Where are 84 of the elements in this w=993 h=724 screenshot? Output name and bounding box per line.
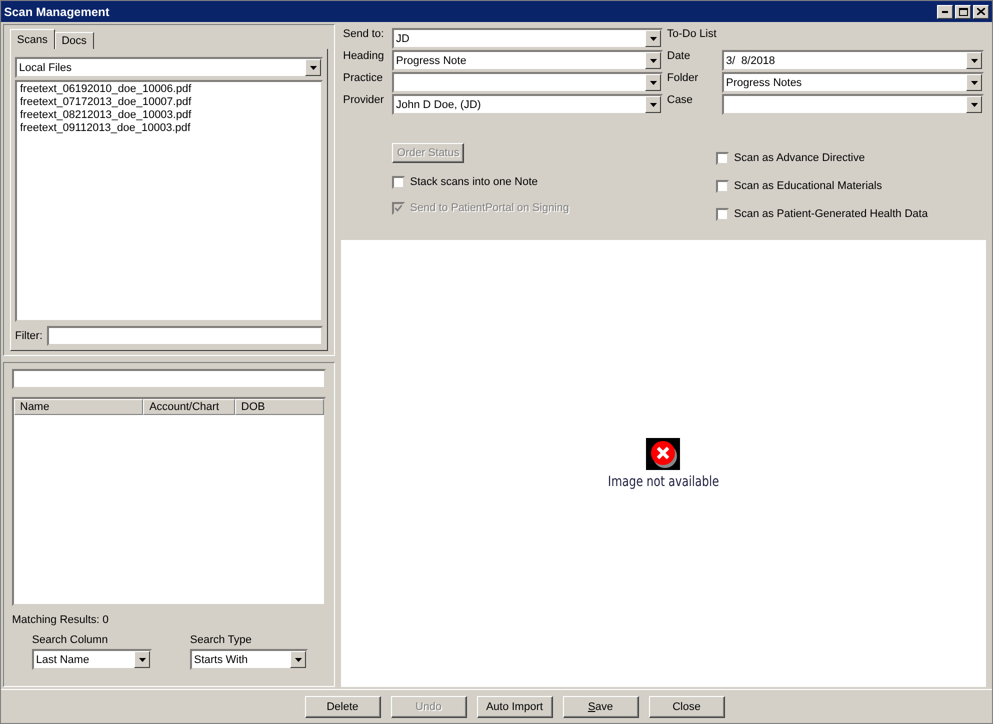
dropdown-arrow-icon [650, 36, 656, 40]
dropdown-value: JD [395, 32, 410, 44]
dropdown-value: Starts With [193, 654, 249, 666]
field-label: Folder [667, 72, 700, 84]
dropdown-value: Local Files [18, 62, 73, 74]
dropdown-button[interactable] [645, 52, 661, 69]
dropdown-arrow-icon [294, 658, 302, 662]
checkbox-label: Scan as Patient-Generated Health Data [734, 208, 928, 220]
dropdown-button[interactable] [305, 59, 321, 76]
dropdown-value: John D Doe, (JD) [395, 98, 482, 110]
dropdown-button[interactable] [645, 96, 661, 113]
dropdown-button[interactable] [966, 52, 982, 69]
dropdown-arrow-icon [650, 102, 656, 106]
tab[interactable]: Docs [54, 32, 94, 49]
checkbox-label: Stack scans into one Note [410, 176, 538, 188]
dropdown-button[interactable] [134, 651, 150, 668]
footer-button[interactable]: Close [648, 696, 724, 718]
dropdown-value: 3/ 8/2018 [725, 54, 776, 66]
tab[interactable]: Scans [10, 29, 55, 49]
dropdown-field[interactable] [392, 72, 663, 93]
dropdown-field[interactable]: 3/ 8/2018 [722, 50, 984, 71]
dropdown-arrow-icon [650, 58, 656, 62]
close-icon [977, 8, 985, 15]
file-item[interactable]: freetext_06192010_doe_10006.pdf [20, 83, 318, 96]
dropdown-button[interactable] [966, 96, 982, 113]
dropdown-arrow-icon [650, 80, 656, 84]
field-label: Case [667, 94, 694, 106]
checkbox-label: Scan as Advance Directive [734, 152, 865, 164]
column-header[interactable]: Account/Chart [143, 399, 236, 415]
column-header[interactable]: DOB [235, 399, 324, 415]
footer-button[interactable]: Delete [304, 696, 380, 718]
file-item[interactable]: freetext_09112013_doe_10003.pdf [20, 122, 318, 135]
search-type-label: Search Type [190, 634, 253, 646]
dropdown-button[interactable] [645, 30, 661, 47]
footer-button[interactable]: Save [562, 696, 638, 718]
dropdown-field[interactable]: Progress Notes [722, 72, 984, 93]
filter-label: Filter: [15, 330, 42, 342]
dropdown-value: Last Name [35, 654, 90, 666]
dropdown-arrow-icon [970, 80, 978, 84]
error-icon [646, 438, 682, 470]
dropdown-field[interactable] [722, 94, 984, 115]
checkbox-label: Scan as Educational Materials [734, 180, 882, 192]
dropdown-field[interactable]: Local Files [15, 57, 323, 78]
dropdown-field[interactable]: Starts With [190, 649, 308, 670]
dropdown-button[interactable] [966, 74, 982, 91]
dropdown-field[interactable]: John D Doe, (JD) [392, 94, 663, 115]
dropdown-arrow-icon [970, 102, 978, 106]
dropdown-field[interactable]: Progress Note [392, 50, 663, 71]
todo-list-label: To-Do List [667, 28, 718, 40]
dropdown-field[interactable]: Last Name [32, 649, 152, 670]
dropdown-arrow-icon [970, 58, 978, 62]
maximize-icon [958, 8, 968, 16]
checkbox[interactable] [716, 208, 729, 220]
column-header[interactable]: Name [14, 399, 144, 415]
search-field[interactable] [12, 369, 326, 389]
field-label: Heading [343, 50, 385, 62]
file-item[interactable]: freetext_08212013_doe_10003.pdf [20, 109, 318, 122]
file-item[interactable]: freetext_07172013_doe_10007.pdf [20, 96, 318, 109]
dropdown-button[interactable] [645, 74, 661, 91]
checkbox[interactable] [716, 152, 729, 164]
field-label: Send to: [343, 28, 385, 40]
image-not-available-message: Image not available [608, 474, 720, 490]
matching-results: Matching Results: 0 [12, 614, 110, 626]
search-column-label: Search Column [32, 634, 109, 646]
close-window-button[interactable] [973, 4, 989, 18]
minimize-button[interactable] [937, 4, 953, 18]
dropdown-arrow-icon [138, 658, 146, 662]
footer-button[interactable]: Auto Import [476, 696, 552, 718]
checkbox[interactable] [716, 180, 729, 192]
dropdown-arrow-icon [310, 66, 316, 70]
dropdown-value: Progress Notes [725, 76, 803, 88]
window-title: Scan Management [4, 4, 110, 18]
checkmark-icon [395, 204, 402, 212]
checkbox-label: Send to PatientPortal on Signing [410, 202, 570, 214]
field-label: Provider [343, 94, 385, 106]
minimize-icon [942, 10, 948, 12]
filter-field[interactable] [46, 326, 323, 346]
dropdown-field[interactable]: JD [392, 28, 663, 49]
checkbox[interactable] [392, 176, 405, 188]
dropdown-value: Progress Note [395, 54, 468, 66]
maximize-button[interactable] [955, 4, 971, 18]
field-label: Practice [343, 72, 384, 84]
field-label: Date [667, 50, 692, 62]
dropdown-button[interactable] [290, 651, 306, 668]
